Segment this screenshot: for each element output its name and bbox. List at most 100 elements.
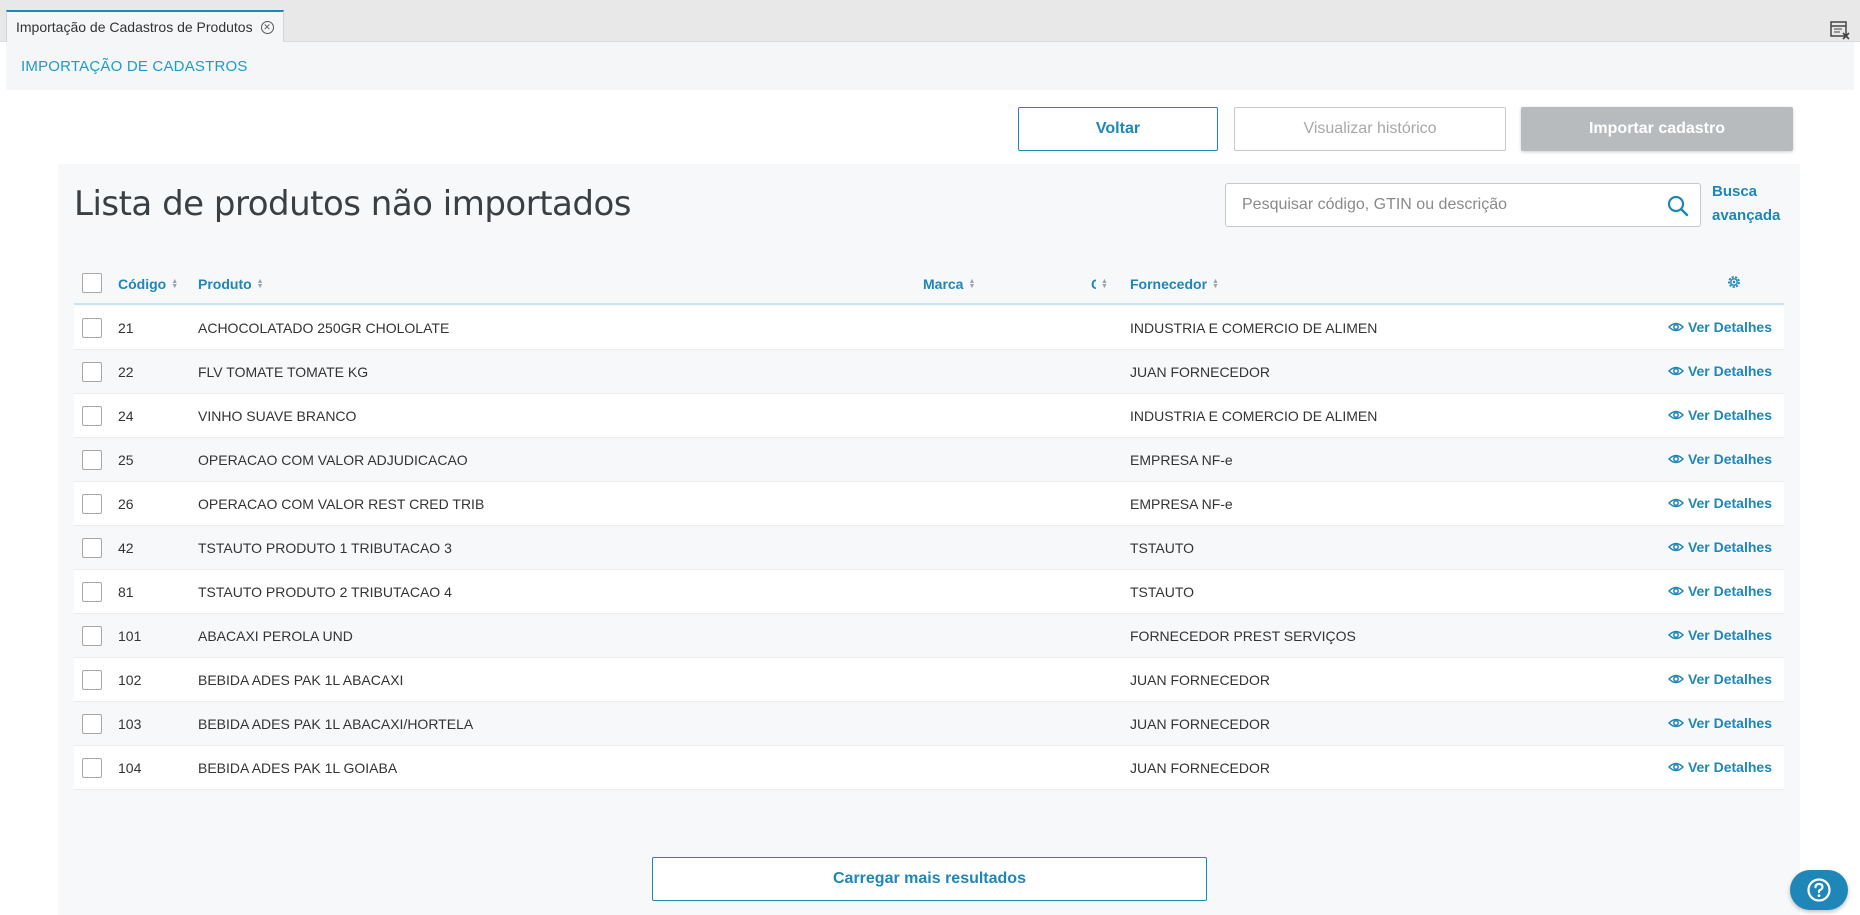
table-row[interactable]: 102 BEBIDA ADES PAK 1L ABACAXI JUAN FORNEC… (74, 658, 1784, 702)
cell-codigo: 42 (118, 540, 134, 556)
eye-icon (1667, 366, 1684, 376)
close-circle-icon[interactable]: ✕ (260, 20, 274, 34)
ver-detalhes-link[interactable]: Ver Detalhes (1667, 495, 1772, 511)
row-checkbox[interactable] (82, 670, 102, 690)
importar-cadastro-button[interactable]: Importar cadastro (1521, 107, 1793, 151)
search-input[interactable] (1226, 184, 1656, 226)
eye-icon (1667, 410, 1684, 420)
cell-codigo: 25 (118, 452, 134, 468)
row-checkbox[interactable] (82, 582, 102, 602)
eye-icon (1667, 762, 1684, 772)
cell-fornecedor: EMPRESA NF-e (1130, 496, 1233, 512)
column-header-marca-label: Marca (923, 276, 964, 292)
eye-icon (1667, 674, 1684, 684)
row-checkbox[interactable] (82, 318, 102, 338)
row-checkbox[interactable] (82, 758, 102, 778)
ver-detalhes-link[interactable]: Ver Detalhes (1667, 539, 1772, 555)
cell-fornecedor: TSTAUTO (1130, 584, 1195, 600)
ver-detalhes-label: Ver Detalhes (1687, 319, 1772, 335)
eye-icon (1667, 454, 1684, 464)
row-checkbox[interactable] (82, 362, 102, 382)
row-checkbox[interactable] (82, 450, 102, 470)
window-close-icon[interactable] (1830, 20, 1850, 40)
advanced-search-link[interactable]: Busca avançada (1712, 180, 1792, 228)
column-header-fornecedor[interactable]: Fornecedor ▲ ▼ (1130, 276, 1219, 292)
column-header-codigo[interactable]: Código ▲ ▼ (118, 276, 178, 292)
search-icon[interactable] (1666, 194, 1690, 218)
table-row[interactable]: 22 FLV TOMATE TOMATE KG JUAN FORNECEDOR Ver… (74, 350, 1784, 394)
cell-codigo: 101 (118, 628, 142, 644)
ver-detalhes-link[interactable]: Ver Detalhes (1667, 583, 1772, 599)
row-checkbox[interactable] (82, 538, 102, 558)
ver-detalhes-link[interactable]: Ver Detalhes (1667, 627, 1772, 643)
cell-fornecedor: JUAN FORNECEDOR (1130, 716, 1271, 732)
gear-icon[interactable] (1726, 274, 1742, 290)
cell-codigo: 103 (118, 716, 142, 732)
sort-icon: ▲ ▼ (968, 278, 976, 290)
ver-detalhes-label: Ver Detalhes (1687, 451, 1772, 467)
table-row[interactable]: 21 ACHOCOLATADO 250GR CHOLOLATE INDUSTRIA … (74, 306, 1784, 350)
cell-produto: TSTAUTO PRODUTO 2 TRIBUTACAO 4 (198, 584, 452, 600)
ver-detalhes-link[interactable]: Ver Detalhes (1667, 671, 1772, 687)
cell-codigo: 21 (118, 320, 134, 336)
column-header-fornecedor-label: Fornecedor (1130, 276, 1208, 292)
cell-fornecedor: JUAN FORNECEDOR (1130, 364, 1271, 380)
table-row[interactable]: 104 BEBIDA ADES PAK 1L GOIABA JUAN FORNECE… (74, 746, 1784, 790)
ver-detalhes-link[interactable]: Ver Detalhes (1667, 715, 1772, 731)
product-list-panel: Lista de produtos não importados Busca a… (58, 164, 1800, 915)
help-button[interactable] (1790, 870, 1848, 910)
search-box (1225, 183, 1701, 227)
page-title: Lista de produtos não importados (74, 184, 631, 224)
cell-produto: BEBIDA ADES PAK 1L ABACAXI/HORTELA (198, 716, 474, 732)
ver-detalhes-label: Ver Detalhes (1687, 495, 1772, 511)
ver-detalhes-link[interactable]: Ver Detalhes (1667, 363, 1772, 379)
ver-detalhes-link[interactable]: Ver Detalhes (1667, 407, 1772, 423)
table-row[interactable]: 25 OPERACAO COM VALOR ADJUDICACAO EMPRESA … (74, 438, 1784, 482)
cell-produto: ACHOCOLATADO 250GR CHOLOLATE (198, 320, 450, 336)
visualizar-historico-button[interactable]: Visualizar histórico (1234, 107, 1506, 151)
column-header-produto-label: Produto (198, 276, 252, 292)
eye-icon (1667, 322, 1684, 332)
tab-importacao-cadastros[interactable]: Importação de Cadastros de Produtos ✕ (6, 10, 284, 42)
ver-detalhes-link[interactable]: Ver Detalhes (1667, 451, 1772, 467)
cell-produto: BEBIDA ADES PAK 1L GOIABA (198, 760, 398, 776)
ver-detalhes-link[interactable]: Ver Detalhes (1667, 759, 1772, 775)
column-header-truncated[interactable]: C ▲▼ (1091, 276, 1108, 292)
table-row[interactable]: 24 VINHO SUAVE BRANCO INDUSTRIA E COMERCIO… (74, 394, 1784, 438)
cell-produto: OPERACAO COM VALOR ADJUDICACAO (198, 452, 468, 468)
ver-detalhes-label: Ver Detalhes (1687, 759, 1772, 775)
load-more-button[interactable]: Carregar mais resultados (652, 857, 1207, 901)
cell-fornecedor: TSTAUTO (1130, 540, 1195, 556)
help-icon (1807, 878, 1831, 902)
sort-icon: ▲ ▼ (256, 278, 264, 290)
cell-fornecedor: FORNECEDOR PREST SERVIÇOS (1130, 628, 1356, 644)
table-header: Código ▲▼ Produto ▲▼ Marca ▲▼ C ▲▼ Forne… (74, 261, 1784, 305)
row-checkbox[interactable] (82, 406, 102, 426)
select-all-checkbox[interactable] (82, 273, 102, 293)
voltar-button[interactable]: Voltar (1018, 107, 1218, 151)
cell-produto: FLV TOMATE TOMATE KG (198, 364, 369, 380)
table-row[interactable]: 26 OPERACAO COM VALOR REST CRED TRIB EMPRE… (74, 482, 1784, 526)
cell-fornecedor: INDUSTRIA E COMERCIO DE ALIMEN (1130, 408, 1378, 424)
column-header-codigo-label: Código (118, 276, 167, 292)
table-row[interactable]: 101 ABACAXI PEROLA UND FORNECEDOR PREST SE… (74, 614, 1784, 658)
table-row[interactable]: 103 BEBIDA ADES PAK 1L ABACAXI/HORTELA JUA… (74, 702, 1784, 746)
ver-detalhes-label: Ver Detalhes (1687, 671, 1772, 687)
row-checkbox[interactable] (82, 714, 102, 734)
row-checkbox[interactable] (82, 494, 102, 514)
row-checkbox[interactable] (82, 626, 102, 646)
sort-icon: ▲ ▼ (1212, 278, 1219, 290)
tab-title: Importação de Cadastros de Produtos (16, 19, 253, 35)
ver-detalhes-link[interactable]: Ver Detalhes (1667, 319, 1772, 335)
ver-detalhes-label: Ver Detalhes (1687, 715, 1772, 731)
ver-detalhes-label: Ver Detalhes (1687, 407, 1772, 423)
table-row[interactable]: 81 TSTAUTO PRODUTO 2 TRIBUTACAO 4 TSTAUTO V… (74, 570, 1784, 614)
eye-icon (1667, 718, 1684, 728)
sort-icon: ▲ ▼ (171, 278, 179, 290)
cell-codigo: 81 (118, 584, 134, 600)
column-header-produto[interactable]: Produto ▲ ▼ (198, 276, 264, 292)
ver-detalhes-label: Ver Detalhes (1687, 627, 1772, 643)
table-row[interactable]: 42 TSTAUTO PRODUTO 1 TRIBUTACAO 3 TSTAUTO V… (74, 526, 1784, 570)
cell-produto: ABACAXI PEROLA UND (198, 628, 353, 644)
column-header-marca[interactable]: Marca ▲ ▼ (923, 276, 975, 292)
